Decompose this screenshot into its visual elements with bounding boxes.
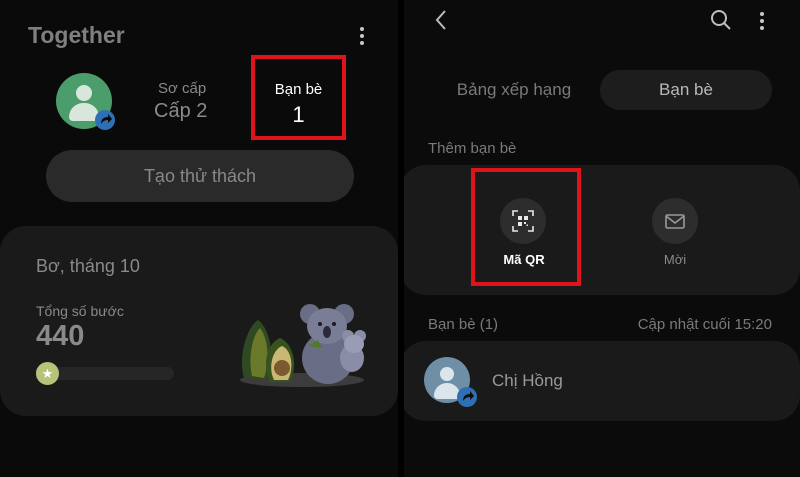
friends-counter[interactable]: Bạn bè 1 <box>251 55 346 140</box>
last-update-label: Cập nhật cuối 15:20 <box>637 316 772 333</box>
koala-avocado-illustration <box>240 304 366 387</box>
total-steps-label: Tổng số bước <box>36 303 124 319</box>
card-title: Bơ, tháng 10 <box>36 256 140 276</box>
back-icon[interactable] <box>430 8 454 32</box>
search-icon[interactable] <box>709 8 733 32</box>
total-steps-value: 440 <box>36 320 85 352</box>
friends-count-label: Bạn bè (1) <box>428 316 499 333</box>
friends-counter-value: 1 <box>292 102 305 127</box>
qr-code-icon[interactable] <box>500 198 546 244</box>
qr-code-label: Mã QR <box>503 252 545 267</box>
app-title: Together <box>28 22 125 48</box>
share-icon <box>457 387 477 407</box>
mail-icon[interactable] <box>652 198 698 244</box>
invite-label: Mời <box>663 252 687 267</box>
create-challenge-button[interactable]: Tạo thử thách <box>46 150 354 202</box>
add-friends-card <box>404 165 800 295</box>
level-label: Sơ cấp <box>158 80 207 97</box>
add-friends-title: Thêm bạn bè <box>428 140 517 157</box>
friend-name[interactable]: Chị Hồng <box>492 371 563 391</box>
tab-friends[interactable]: Bạn bè <box>600 70 772 110</box>
friends-counter-label: Bạn bè <box>274 81 323 98</box>
share-icon <box>95 110 115 130</box>
together-overview-panel: Together Sơ cấp Cấp 2 Bạn bè 1 Tạo thử t… <box>0 0 398 477</box>
more-options-icon[interactable] <box>760 12 764 16</box>
star-icon: ★ <box>36 362 59 385</box>
friends-panel: Bảng xếp hạng Bạn bè Thêm bạn bè Mã QR M… <box>404 0 800 477</box>
tab-leaderboard[interactable]: Bảng xếp hạng <box>440 70 588 110</box>
level-value: Cấp 2 <box>154 100 208 122</box>
more-options-icon[interactable] <box>360 27 364 31</box>
